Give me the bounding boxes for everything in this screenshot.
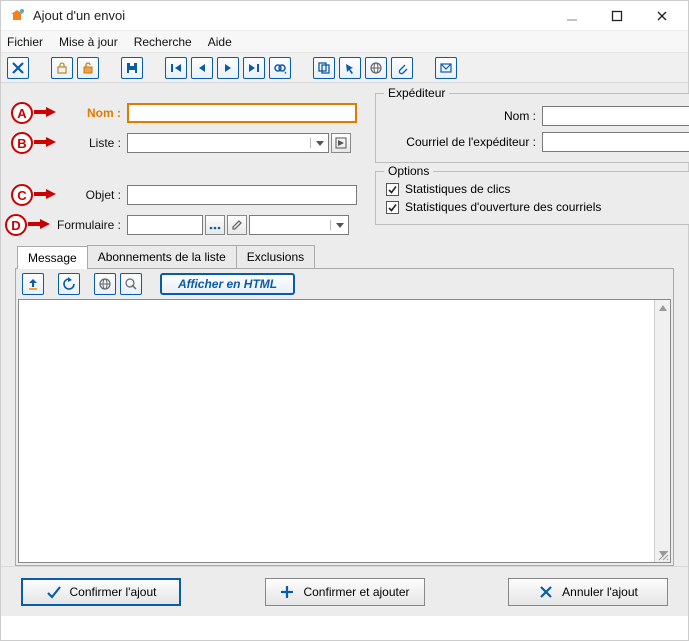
window-title: Ajout d'un envoi	[33, 8, 549, 23]
nav-next-icon-button[interactable]	[217, 57, 239, 79]
window-controls	[549, 2, 684, 30]
unlock-icon-button[interactable]	[77, 57, 99, 79]
minimize-button[interactable]	[549, 2, 594, 30]
stats-ouverture-checkbox[interactable]: Statistiques d'ouverture des courriels	[386, 200, 689, 214]
arrow-right-icon	[34, 106, 56, 121]
nom-label: Nom :	[57, 106, 121, 120]
scrollbar-vertical[interactable]	[654, 300, 670, 562]
refresh-icon-button[interactable]	[58, 273, 80, 295]
plus-icon	[279, 584, 295, 600]
cancel-icon-button[interactable]	[7, 57, 29, 79]
resize-grip-icon	[657, 549, 669, 561]
formulaire-edit-button[interactable]	[227, 215, 247, 235]
expediteur-nom-input[interactable]	[542, 106, 689, 126]
objet-label: Objet :	[57, 188, 121, 202]
menu-help[interactable]: Aide	[208, 35, 232, 49]
tab-panel-message: Afficher en HTML	[15, 268, 674, 566]
main-form: A Nom : B Liste : C Objet :	[15, 93, 357, 239]
tab-abonnements[interactable]: Abonnements de la liste	[87, 245, 237, 268]
formulaire-label: Formulaire :	[51, 218, 121, 232]
checkbox-icon	[386, 201, 399, 214]
checkbox-icon	[386, 183, 399, 196]
toolbar	[1, 53, 688, 83]
stats-clics-label: Statistiques de clics	[405, 182, 510, 196]
annotation-a: A	[11, 102, 33, 124]
globe-edit-icon-button[interactable]	[120, 273, 142, 295]
close-icon	[538, 584, 554, 600]
nav-last-icon-button[interactable]	[243, 57, 265, 79]
options-fieldset: Options Statistiques de clics Statistiqu…	[375, 171, 689, 225]
expediteur-courriel-label: Courriel de l'expéditeur :	[386, 135, 536, 149]
arrow-right-icon	[34, 136, 56, 151]
check-icon	[46, 584, 62, 600]
save-icon-button[interactable]	[121, 57, 143, 79]
nom-input[interactable]	[127, 103, 357, 123]
annotation-d: D	[5, 214, 27, 236]
arrow-right-icon	[28, 218, 50, 233]
expediteur-legend: Expéditeur	[384, 86, 449, 100]
expediteur-nom-label: Nom :	[386, 109, 536, 123]
mail-icon-button[interactable]	[435, 57, 457, 79]
titlebar: Ajout d'un envoi	[1, 1, 688, 31]
copy-icon-button[interactable]	[313, 57, 335, 79]
select-icon-button[interactable]	[339, 57, 361, 79]
arrow-right-icon	[34, 188, 56, 203]
formulaire-browse-button[interactable]	[205, 215, 225, 235]
stats-ouverture-label: Statistiques d'ouverture des courriels	[405, 200, 601, 214]
confirm-button[interactable]: Confirmer l'ajout	[21, 578, 181, 606]
right-column: Expéditeur Nom : Courriel de l'expéditeu…	[375, 93, 689, 239]
liste-combo[interactable]	[127, 133, 329, 153]
liste-more-button[interactable]	[331, 133, 351, 153]
chevron-down-icon	[310, 138, 328, 148]
tab-message[interactable]: Message	[17, 246, 88, 269]
stats-clics-checkbox[interactable]: Statistiques de clics	[386, 182, 689, 196]
nav-first-icon-button[interactable]	[165, 57, 187, 79]
liste-label: Liste :	[57, 136, 121, 150]
close-button[interactable]	[639, 2, 684, 30]
content-area: A Nom : B Liste : C Objet :	[1, 83, 688, 566]
message-editor[interactable]	[18, 299, 671, 563]
afficher-html-button[interactable]: Afficher en HTML	[160, 273, 295, 295]
import-icon-button[interactable]	[22, 273, 44, 295]
annotation-b: B	[11, 132, 33, 154]
link-icon-button[interactable]	[269, 57, 291, 79]
message-toolbar: Afficher en HTML	[16, 269, 673, 299]
footer: Confirmer l'ajout Confirmer et ajouter A…	[1, 566, 688, 616]
globe-small-icon-button[interactable]	[94, 273, 116, 295]
chevron-down-icon	[330, 220, 348, 230]
formulaire-input[interactable]	[127, 215, 203, 235]
confirm-and-add-button[interactable]: Confirmer et ajouter	[265, 578, 425, 606]
menu-search[interactable]: Recherche	[134, 35, 192, 49]
expediteur-courriel-input[interactable]	[542, 132, 689, 152]
tabs: Message Abonnements de la liste Exclusio…	[15, 245, 674, 268]
cancel-button[interactable]: Annuler l'ajout	[508, 578, 668, 606]
menu-file[interactable]: Fichier	[7, 35, 43, 49]
menu-update[interactable]: Mise à jour	[59, 35, 118, 49]
globe-icon-button[interactable]	[365, 57, 387, 79]
objet-input[interactable]	[127, 185, 357, 205]
options-legend: Options	[384, 164, 433, 178]
menubar: Fichier Mise à jour Recherche Aide	[1, 31, 688, 53]
nav-prev-icon-button[interactable]	[191, 57, 213, 79]
maximize-button[interactable]	[594, 2, 639, 30]
app-icon	[9, 8, 25, 24]
scroll-up-icon[interactable]	[655, 300, 670, 316]
expediteur-fieldset: Expéditeur Nom : Courriel de l'expéditeu…	[375, 93, 689, 163]
lock-icon-button[interactable]	[51, 57, 73, 79]
tab-exclusions[interactable]: Exclusions	[236, 245, 315, 268]
formulaire-combo[interactable]	[249, 215, 349, 235]
attachment-icon-button[interactable]	[391, 57, 413, 79]
annotation-c: C	[11, 184, 33, 206]
